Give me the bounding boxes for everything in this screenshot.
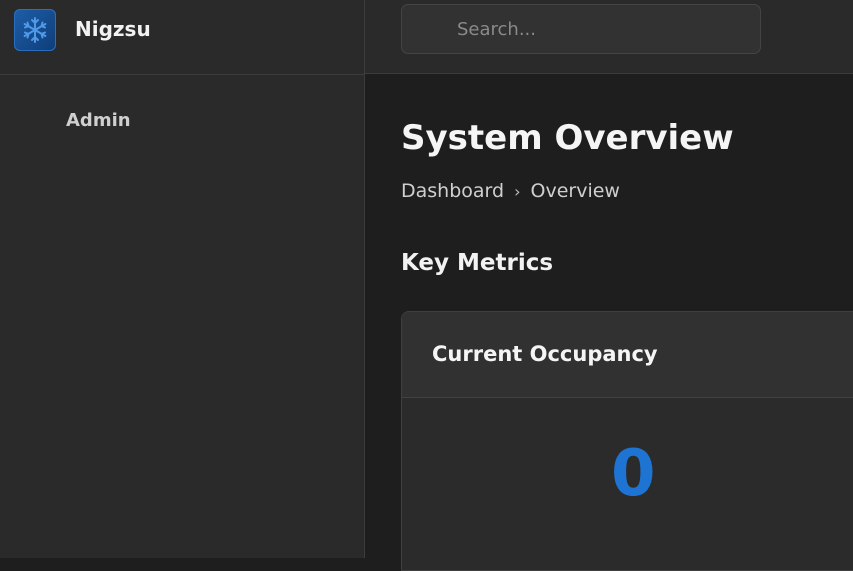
breadcrumb-dashboard[interactable]: Dashboard [401,180,504,202]
page-title: System Overview [401,118,734,158]
main-content: System Overview Dashboard › Overview Key M… [365,74,853,571]
sidebar: Nigzsu Admin [0,0,365,558]
card-title: Current Occupancy [432,342,658,366]
breadcrumb-overview: Overview [530,180,620,202]
snowflake-logo-icon[interactable] [14,9,56,51]
breadcrumb-separator: › [514,182,521,201]
brand-header: Nigzsu [0,0,364,75]
top-bar [365,0,853,74]
section-title-key-metrics: Key Metrics [401,250,554,276]
metric-card-current-occupancy: Current Occupancy 0 [401,311,853,571]
breadcrumb: Dashboard › Overview [401,180,620,202]
metric-value: 0 [611,437,656,511]
card-header: Current Occupancy [402,312,853,398]
snowflake-icon [23,17,47,43]
app-name: Nigzsu [75,17,151,41]
sidebar-item-admin[interactable]: Admin [66,110,131,131]
search-input[interactable] [401,4,761,54]
